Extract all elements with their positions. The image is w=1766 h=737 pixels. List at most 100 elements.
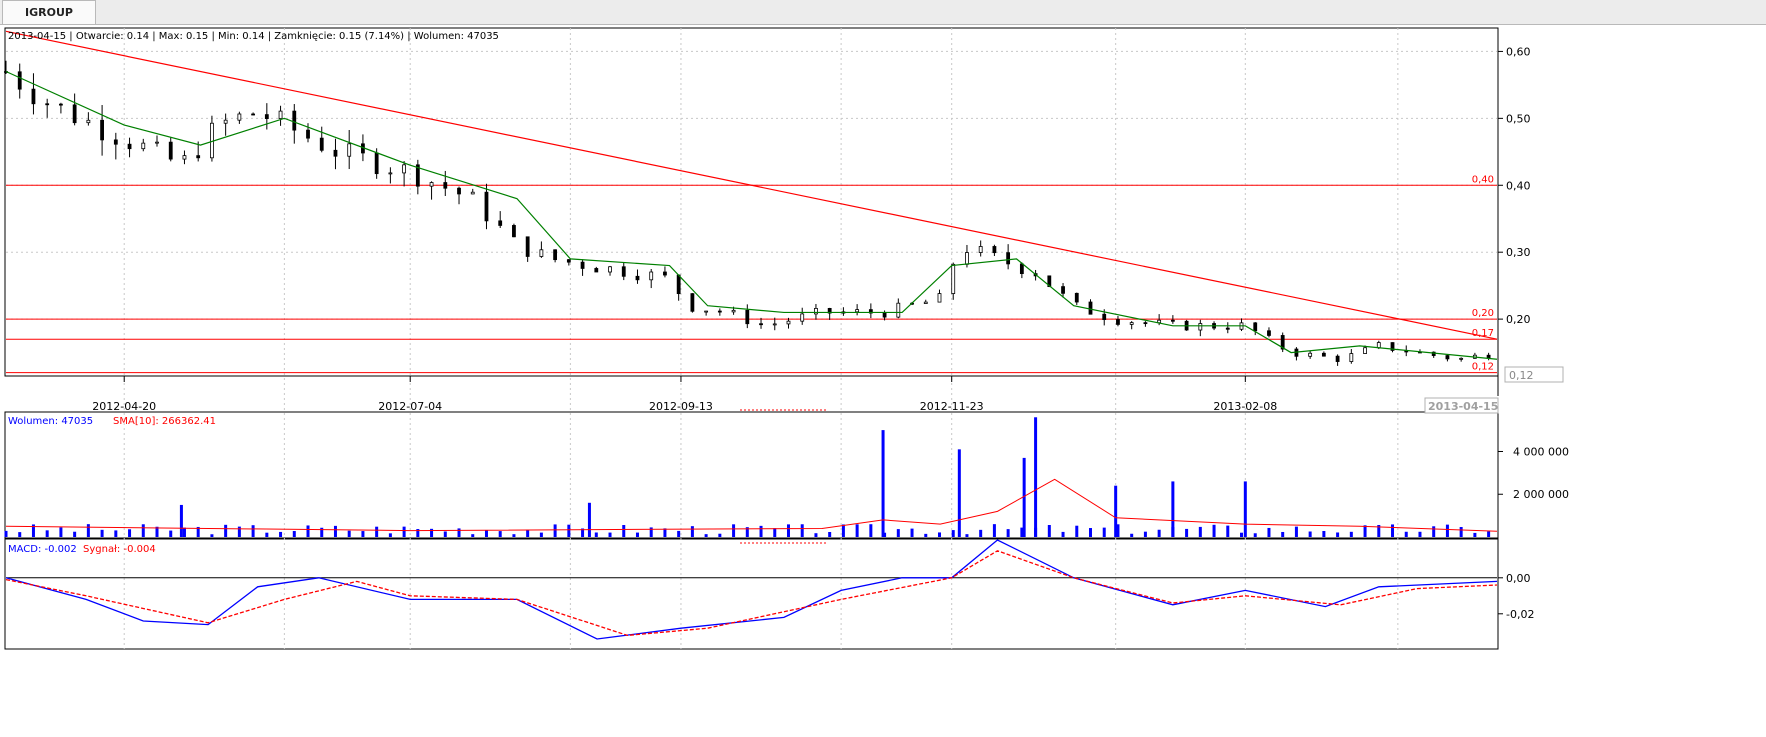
volume-bar (1253, 533, 1257, 537)
candle-body (374, 152, 379, 175)
macd-y-tick-label: 0,00 (1506, 572, 1531, 585)
macd-panel-frame (4, 538, 1499, 650)
candle-body (127, 143, 132, 150)
candle-body (608, 266, 612, 273)
sma-line (5, 70, 1498, 360)
candle-body (1061, 286, 1065, 294)
x-tick-label: 2012-11-23 (920, 400, 984, 413)
candle-body (1349, 353, 1354, 362)
volume-bar (690, 526, 694, 537)
volume-bar-spike (881, 430, 885, 537)
candle-body (786, 320, 791, 325)
price-panel-frame (4, 27, 1499, 377)
volume-bar (841, 524, 845, 537)
candle-body (1363, 347, 1367, 354)
volume-bar (1102, 527, 1106, 537)
macd-label: MACD: -0.002 (8, 544, 77, 555)
candle-body (814, 307, 818, 315)
volume-bar (1212, 524, 1216, 537)
volume-bar-spike (1114, 485, 1118, 537)
candle-body (306, 129, 310, 139)
volume-bar (512, 534, 516, 537)
candle-body (539, 249, 544, 257)
volume-bar (1185, 528, 1189, 537)
candle-body (704, 310, 709, 313)
candle-body (292, 110, 297, 131)
volume-bar (553, 524, 557, 537)
volume-bar (402, 526, 406, 537)
volume-bar (1418, 531, 1422, 537)
volume-bar (237, 526, 241, 537)
volume-bar (4, 530, 8, 537)
candle-body (1486, 354, 1491, 359)
candle-body (1102, 313, 1107, 320)
volume-bar (622, 525, 626, 537)
volume-bar (182, 527, 186, 537)
volume-bar (1047, 524, 1051, 537)
volume-bar (924, 533, 928, 537)
candle-body (237, 113, 242, 121)
volume-bar (567, 524, 571, 537)
volume-bar (1459, 527, 1463, 537)
stock-chart[interactable]: 0,400,200,170,12 2012-04-20 2012-07-04 201… (0, 24, 1766, 737)
volume-bar (855, 524, 859, 537)
candle-body (649, 271, 654, 281)
volume-bar (1432, 526, 1436, 537)
candle-body (717, 310, 722, 313)
volume-bar (896, 529, 900, 537)
volume-sma-label: SMA[10]: 266362.41 (113, 416, 216, 427)
candle-body (800, 313, 805, 322)
candle-body (182, 155, 187, 160)
candle-body (566, 259, 571, 263)
volume-bar (937, 532, 941, 537)
candle-body (992, 246, 997, 254)
candle-body (1253, 322, 1258, 332)
volume-bar (306, 525, 310, 537)
volume-bar (718, 533, 722, 537)
volume-bar (786, 524, 790, 537)
volume-sma-line (5, 478, 1498, 532)
candle-body (553, 249, 558, 261)
macd-y-tick-label: -0,02 (1506, 608, 1534, 621)
volume-bar (1198, 526, 1202, 537)
volume-bar (1240, 532, 1244, 537)
volume-bar (251, 525, 255, 537)
volume-bar (526, 529, 530, 537)
volume-bar (1473, 532, 1477, 537)
candle-body (525, 236, 530, 257)
tab-igroup[interactable]: IGROUP (2, 0, 96, 24)
candle-body (470, 191, 475, 195)
volume-bar (635, 532, 639, 537)
candle-body (86, 119, 91, 124)
volume-bar (375, 526, 379, 537)
volume-bar (498, 531, 502, 537)
volume-bar (1294, 526, 1298, 537)
y-tick-label: 0,40 (1506, 179, 1531, 192)
candle-body (429, 182, 434, 187)
x-tick-label: 2012-09-13 (649, 400, 713, 413)
candle-body (937, 293, 942, 303)
candlesticks (4, 60, 1491, 366)
x-tick-label: 2012-07-04 (378, 400, 442, 413)
volume-bar (388, 533, 392, 537)
volume-bar (1157, 529, 1161, 537)
macd-lines (5, 539, 1498, 640)
candle-body (1225, 327, 1230, 330)
candle-body (1074, 292, 1079, 303)
volume-bar (86, 524, 90, 537)
tab-bar: IGROUP (0, 0, 1766, 25)
candle-body (388, 172, 393, 175)
candle-body (1088, 301, 1093, 315)
horizontal-line-label: 0,40 (1472, 174, 1494, 185)
candle-body (759, 323, 763, 326)
candle-body (484, 191, 489, 222)
volume-bar (800, 524, 804, 537)
volume-bar (1061, 531, 1065, 537)
y-tick-label: 0,30 (1506, 246, 1531, 259)
y-tick-label: 0,50 (1506, 112, 1531, 125)
volume-bar (265, 532, 269, 537)
volume-bar-spike (179, 504, 183, 537)
macd-signal-line (5, 550, 1498, 637)
volume-bar (1404, 531, 1408, 537)
candle-body (635, 275, 640, 281)
